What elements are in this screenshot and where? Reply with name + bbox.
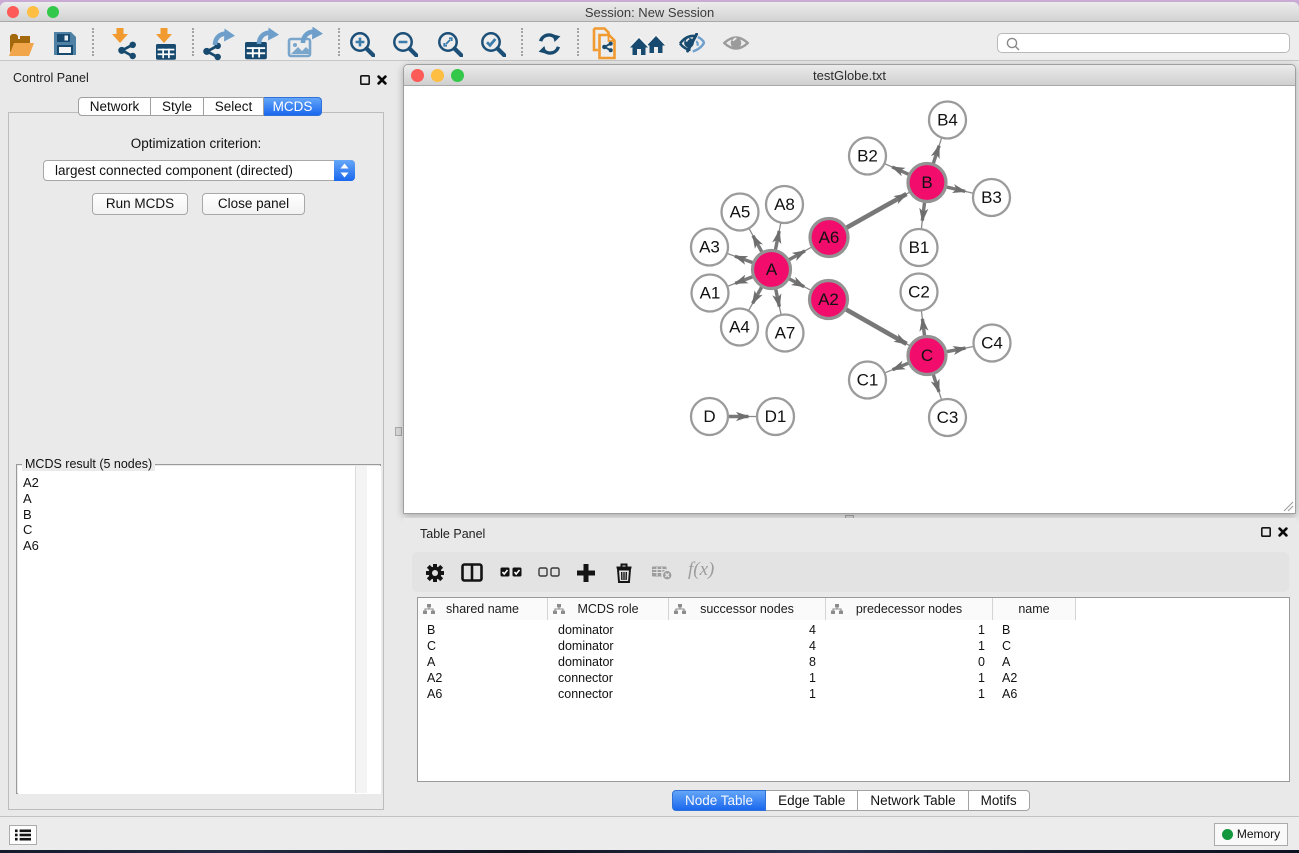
svg-text:B: B bbox=[921, 173, 932, 192]
svg-text:A1: A1 bbox=[700, 284, 721, 303]
svg-text:B3: B3 bbox=[981, 188, 1002, 207]
svg-text:A: A bbox=[766, 260, 778, 279]
svg-text:A7: A7 bbox=[775, 324, 796, 343]
svg-text:C2: C2 bbox=[908, 283, 930, 302]
svg-text:C3: C3 bbox=[937, 408, 959, 427]
svg-text:D1: D1 bbox=[765, 407, 787, 426]
svg-text:B4: B4 bbox=[937, 111, 958, 130]
svg-text:B2: B2 bbox=[857, 147, 878, 166]
svg-text:A6: A6 bbox=[819, 228, 840, 247]
svg-text:D: D bbox=[703, 407, 715, 426]
svg-text:A2: A2 bbox=[818, 290, 839, 309]
svg-text:C: C bbox=[921, 346, 933, 365]
svg-text:B1: B1 bbox=[909, 238, 930, 257]
svg-text:A3: A3 bbox=[699, 238, 720, 257]
svg-text:A4: A4 bbox=[729, 318, 750, 337]
svg-text:A5: A5 bbox=[730, 203, 751, 222]
svg-text:C1: C1 bbox=[857, 371, 879, 390]
svg-text:C4: C4 bbox=[981, 334, 1003, 353]
svg-text:A8: A8 bbox=[774, 195, 795, 214]
